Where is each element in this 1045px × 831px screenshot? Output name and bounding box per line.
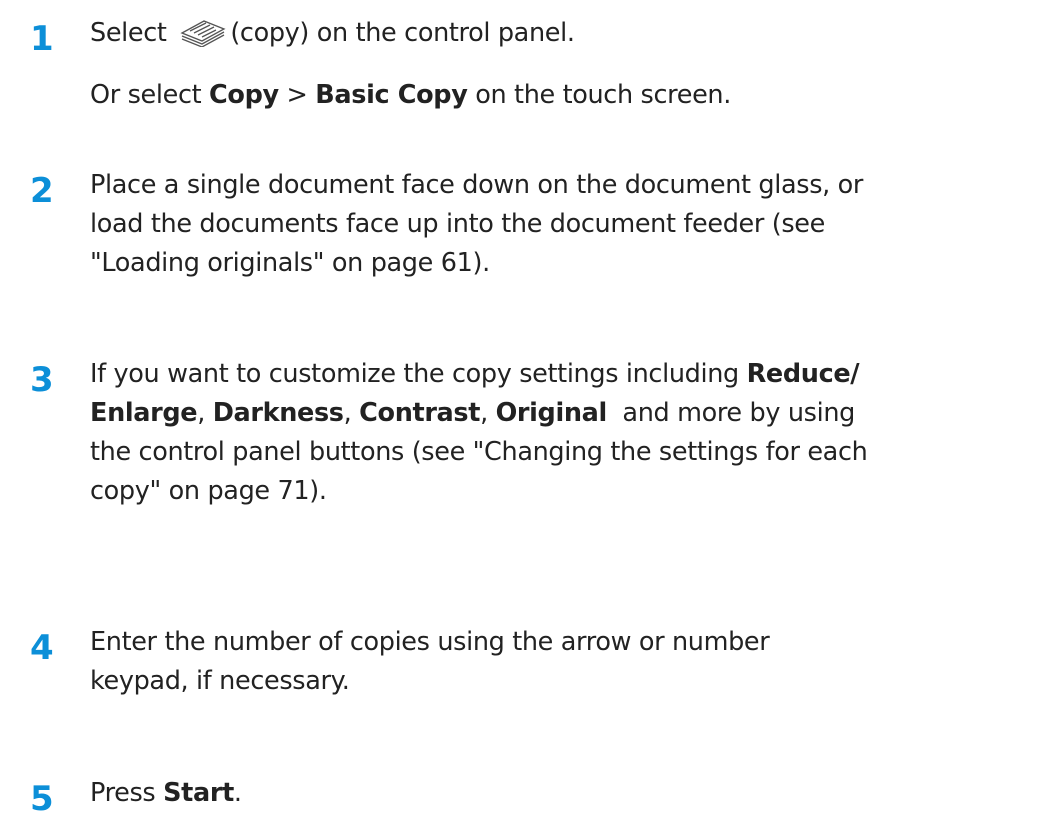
step-3-line-4: copy" on page 71). bbox=[90, 476, 327, 506]
step-text: Select (copy) on the control panel. Or s… bbox=[90, 14, 1037, 115]
step-number: 1 bbox=[30, 19, 54, 59]
menu-copy: Copy bbox=[209, 80, 279, 110]
step-text: Place a single document face down on the… bbox=[90, 166, 1037, 283]
step-number: 2 bbox=[30, 171, 54, 211]
step-number: 3 bbox=[30, 360, 54, 400]
setting-original: Original bbox=[495, 398, 608, 428]
step-text: If you want to customize the copy settin… bbox=[90, 355, 1037, 511]
step-3-line-2: Enlarge, Darkness, Contrast, Original an… bbox=[90, 398, 855, 428]
step-2-line-1: Place a single document face down on the… bbox=[90, 170, 864, 200]
step-text: Press Start. bbox=[90, 774, 1037, 813]
setting-enlarge: Enlarge bbox=[90, 398, 198, 428]
step-2-line-2: load the documents face up into the docu… bbox=[90, 209, 825, 239]
step-1-line-2: Or select Copy > Basic Copy on the touch… bbox=[90, 80, 731, 110]
copy-icon bbox=[178, 17, 230, 48]
step-1-line-1: Select (copy) on the control panel. bbox=[90, 17, 575, 48]
step-5-line-1: Press Start. bbox=[90, 778, 242, 808]
setting-reduce: Reduce/ bbox=[746, 359, 860, 389]
step-2-line-3: "Loading originals" on page 61). bbox=[90, 248, 490, 278]
step-3-line-3: the control panel buttons (see "Changing… bbox=[90, 437, 868, 467]
step-4-line-1: Enter the number of copies using the arr… bbox=[90, 627, 770, 657]
step-3-line-1: If you want to customize the copy settin… bbox=[90, 359, 860, 389]
setting-darkness: Darkness bbox=[212, 398, 344, 428]
setting-contrast: Contrast bbox=[359, 398, 481, 428]
button-start: Start bbox=[163, 778, 234, 808]
step-4-line-2: keypad, if necessary. bbox=[90, 666, 350, 696]
step-text: Enter the number of copies using the arr… bbox=[90, 623, 1037, 701]
menu-basic-copy: Basic Copy bbox=[315, 80, 468, 110]
step-number: 5 bbox=[30, 779, 54, 819]
step-number: 4 bbox=[30, 628, 54, 668]
